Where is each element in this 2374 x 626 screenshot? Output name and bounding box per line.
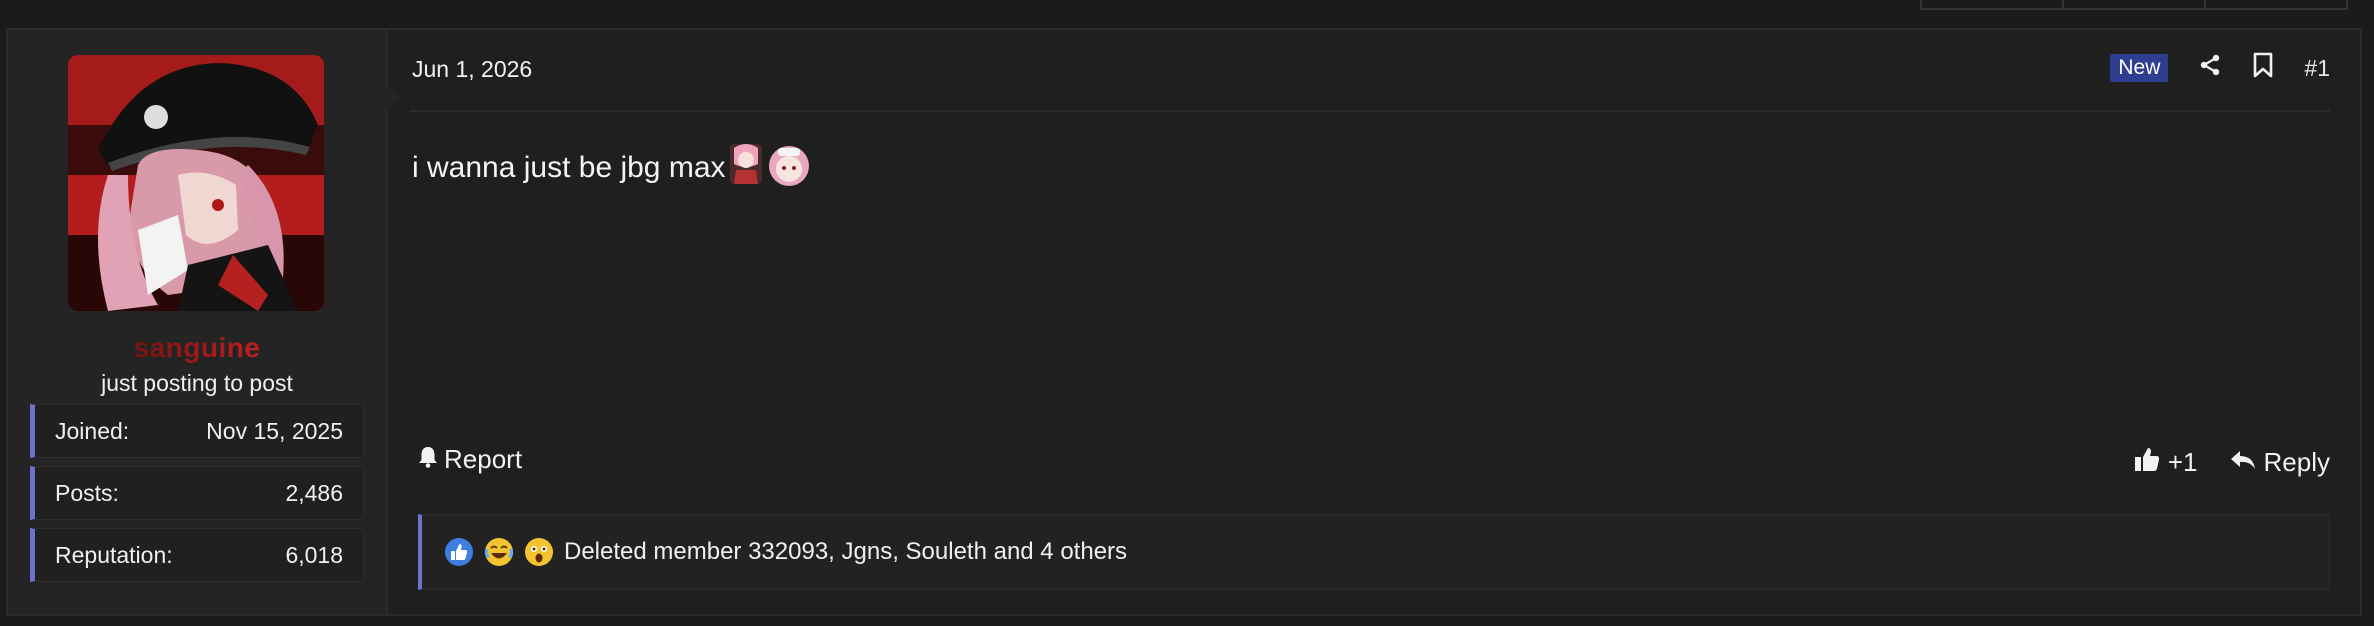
reactions-text[interactable]: Deleted member 332093, Jgns, Souleth and… xyxy=(564,538,1127,566)
reply-button[interactable]: Reply xyxy=(2230,447,2330,478)
stat-label: Reputation: xyxy=(55,541,173,568)
new-badge: New xyxy=(2110,54,2169,82)
like-count: +1 xyxy=(2167,447,2198,477)
forum-post: sanguine just posting to post Joined: No… xyxy=(6,28,2362,616)
username[interactable]: sanguine xyxy=(8,332,386,364)
stat-label: Posts: xyxy=(55,479,119,506)
report-button[interactable]: Report xyxy=(418,444,522,475)
stat-value: Nov 15, 2025 xyxy=(206,417,343,444)
post-header-actions: New #1 xyxy=(2110,52,2330,84)
user-info-column: sanguine just posting to post Joined: No… xyxy=(8,30,388,614)
bell-icon xyxy=(418,444,438,475)
post-date[interactable]: Jun 1, 2026 xyxy=(412,56,532,83)
post-number[interactable]: #1 xyxy=(2304,55,2330,82)
like-reaction-icon xyxy=(444,537,474,567)
stat-reputation: Reputation: 6,018 xyxy=(30,528,364,582)
post-footer-actions: +1 Reply xyxy=(2134,446,2330,479)
top-strip-segment[interactable] xyxy=(1922,0,2064,8)
avatar[interactable] xyxy=(68,55,324,311)
stat-value: 2,486 xyxy=(285,479,343,506)
share-icon[interactable] xyxy=(2198,53,2222,83)
header-divider xyxy=(410,110,2330,112)
thumbs-up-icon xyxy=(2134,446,2160,479)
anime-sticker-icon xyxy=(728,142,764,194)
report-label: Report xyxy=(444,444,523,474)
reply-label: Reply xyxy=(2263,447,2330,477)
stat-value: 6,018 xyxy=(285,541,343,568)
laugh-cry-reaction-icon xyxy=(484,537,514,567)
message-text: i wanna just be jbg max xyxy=(412,151,726,184)
shocked-reaction-icon xyxy=(524,537,554,567)
bookmark-icon[interactable] xyxy=(2252,52,2274,84)
anime-sticker-icon xyxy=(766,142,812,194)
post-main: Jun 1, 2026 New #1 i wanna just be jbg m… xyxy=(410,30,2330,614)
stat-joined: Joined: Nov 15, 2025 xyxy=(30,404,364,458)
top-pagination-strip xyxy=(1920,0,2348,10)
user-title: just posting to post xyxy=(101,370,293,396)
message-arrow xyxy=(386,84,400,112)
stat-posts: Posts: 2,486 xyxy=(30,466,364,520)
reply-icon xyxy=(2230,447,2256,478)
avatar-image xyxy=(68,55,324,311)
top-strip-segment[interactable] xyxy=(2064,0,2206,8)
reactions-bar[interactable]: Deleted member 332093, Jgns, Souleth and… xyxy=(418,514,2330,590)
stat-label: Joined: xyxy=(55,417,130,444)
top-strip-segment[interactable] xyxy=(2206,0,2346,8)
post-message: i wanna just be jbg max xyxy=(412,142,812,194)
like-button[interactable]: +1 xyxy=(2134,446,2198,479)
